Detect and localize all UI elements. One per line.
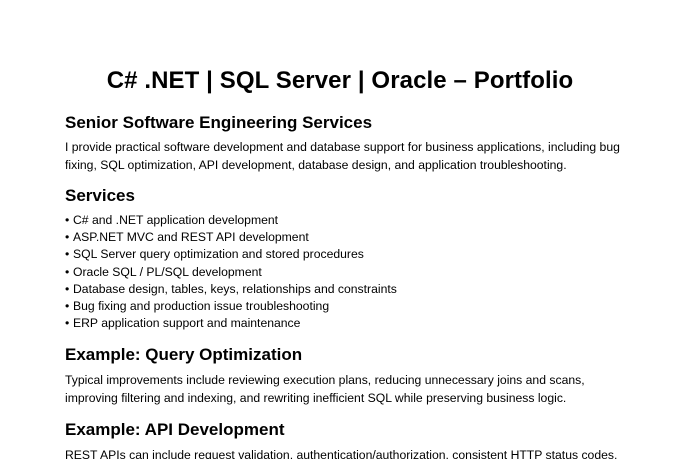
intro-heading: Senior Software Engineering Services: [65, 113, 373, 132]
bullet-icon: •: [65, 281, 70, 296]
list-item-text: SQL Server query optimization and stored…: [73, 247, 364, 262]
list-item: • SQL Server query optimization and store…: [65, 246, 397, 263]
bullet-icon: •: [65, 247, 70, 262]
bullet-icon: •: [65, 264, 70, 279]
bullet-icon: •: [65, 213, 70, 227]
list-item: • ASP.NET MVC and REST API development: [65, 229, 397, 246]
query-line: Typical improvements include reviewing e…: [65, 373, 585, 387]
list-item: • Database design, tables, keys, relation…: [65, 281, 397, 298]
page-title: C# .NET | SQL Server | Oracle – Portfoli…: [106, 67, 574, 94]
intro-line: I provide practical software development…: [65, 140, 620, 154]
list-item-text: Database design, tables, keys, relations…: [73, 281, 397, 296]
list-item: • Bug fixing and production issue trouble…: [65, 298, 397, 315]
query-optimization-heading: Example: Query Optimization: [65, 345, 303, 364]
api-development-paragraph: REST APIs can include request validation…: [65, 447, 625, 459]
list-item-text: Oracle SQL / PL/SQL development: [73, 264, 262, 279]
intro-line: fixing, SQL optimization, API developmen…: [65, 157, 567, 172]
list-item-text: ASP.NET MVC and REST API development: [73, 230, 309, 245]
intro-paragraph: I provide practical software development…: [65, 139, 625, 174]
list-item: • ERP application support and maintenance: [65, 315, 397, 332]
services-list: • C# and .NET application development • AS…: [65, 212, 397, 332]
list-item-text: C# and .NET application development: [73, 213, 279, 227]
query-line: improving filtering and indexing, and re…: [65, 390, 567, 405]
list-item: • Oracle SQL / PL/SQL development: [65, 264, 397, 281]
list-item: • C# and .NET application development: [65, 212, 397, 229]
api-development-heading: Example: API Development: [65, 420, 285, 439]
document-page: C# .NET | SQL Server | Oracle – Portfoli…: [0, 0, 680, 459]
services-heading: Services: [65, 186, 135, 205]
list-item-text: Bug fixing and production issue troubles…: [73, 299, 330, 314]
bullet-icon: •: [65, 299, 70, 314]
bullet-icon: •: [65, 230, 70, 245]
api-line: REST APIs can include request validation…: [65, 448, 618, 459]
query-optimization-paragraph: Typical improvements include reviewing e…: [65, 372, 625, 407]
bullet-icon: •: [65, 316, 70, 331]
list-item-text: ERP application support and maintenance: [73, 316, 301, 331]
